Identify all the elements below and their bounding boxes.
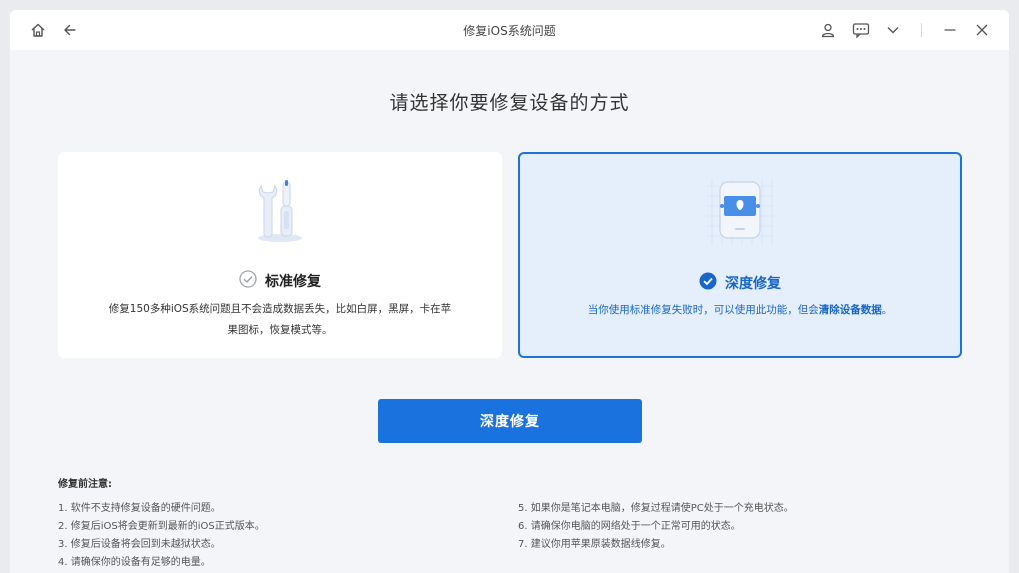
standard-repair-title: 标准修复	[265, 274, 321, 290]
check-circle-outline-icon	[239, 270, 257, 292]
check-circle-filled-icon	[699, 272, 717, 294]
page-heading: 请选择你要修复设备的方式	[389, 92, 630, 114]
deep-repair-desc-prefix: 当你使用标准修复失败时，可以使用此功能，但会	[587, 304, 819, 316]
standard-repair-card[interactable]: 标准修复 修复150多种iOS系统问题且不会造成数据丢失，比如白屏，黑屏，卡在苹…	[58, 152, 502, 358]
note-item: 7. 建议你用苹果原装数据线修复。	[518, 539, 671, 550]
deep-repair-desc-warning: 清除设备数据	[818, 304, 882, 316]
user-icon[interactable]	[818, 20, 838, 40]
close-icon[interactable]	[972, 20, 992, 40]
title-bar: 修复iOS系统问题	[10, 10, 1009, 50]
deep-repair-desc-suffix: 。	[881, 304, 893, 316]
standard-repair-title-row: 标准修复	[58, 270, 502, 292]
deep-repair-title: 深度修复	[725, 276, 781, 292]
deep-repair-card[interactable]: 深度修复 当你使用标准修复失败时，可以使用此功能，但会清除设备数据。	[518, 152, 962, 358]
wrench-screwdriver-icon	[245, 178, 315, 248]
note-item: 2. 修复后iOS将会更新到最新的iOS正式版本。	[58, 521, 265, 532]
feedback-icon[interactable]	[851, 20, 871, 40]
note-item: 4. 请确保你的设备有足够的电量。	[58, 557, 211, 568]
deep-repair-button[interactable]: 深度修复	[378, 399, 642, 443]
titlebar-divider	[921, 23, 922, 37]
minimize-icon[interactable]	[940, 20, 960, 40]
phone-repair-icon	[702, 176, 778, 252]
deep-repair-title-row: 深度修复	[520, 272, 960, 294]
notes-title: 修复前注意:	[58, 479, 112, 490]
app-window: 修复iOS系统问题 请选择你要修复设备的方式 标准修复 修复150多种iOS系统…	[10, 10, 1009, 573]
note-item: 1. 软件不支持修复设备的硬件问题。	[58, 503, 221, 514]
deep-repair-description: 当你使用标准修复失败时，可以使用此功能，但会清除设备数据。	[550, 300, 930, 321]
chevron-down-icon[interactable]	[883, 20, 903, 40]
note-item: 6. 请确保你电脑的网络处于一个正常可用的状态。	[518, 521, 741, 532]
note-item: 3. 修复后设备将会回到未越狱状态。	[58, 539, 221, 550]
note-item: 5. 如果你是笔记本电脑，修复过程请使PC处于一个充电状态。	[518, 503, 794, 514]
standard-repair-description: 修复150多种iOS系统问题且不会造成数据丢失，比如白屏，黑屏，卡在苹果图标，恢…	[108, 303, 452, 336]
